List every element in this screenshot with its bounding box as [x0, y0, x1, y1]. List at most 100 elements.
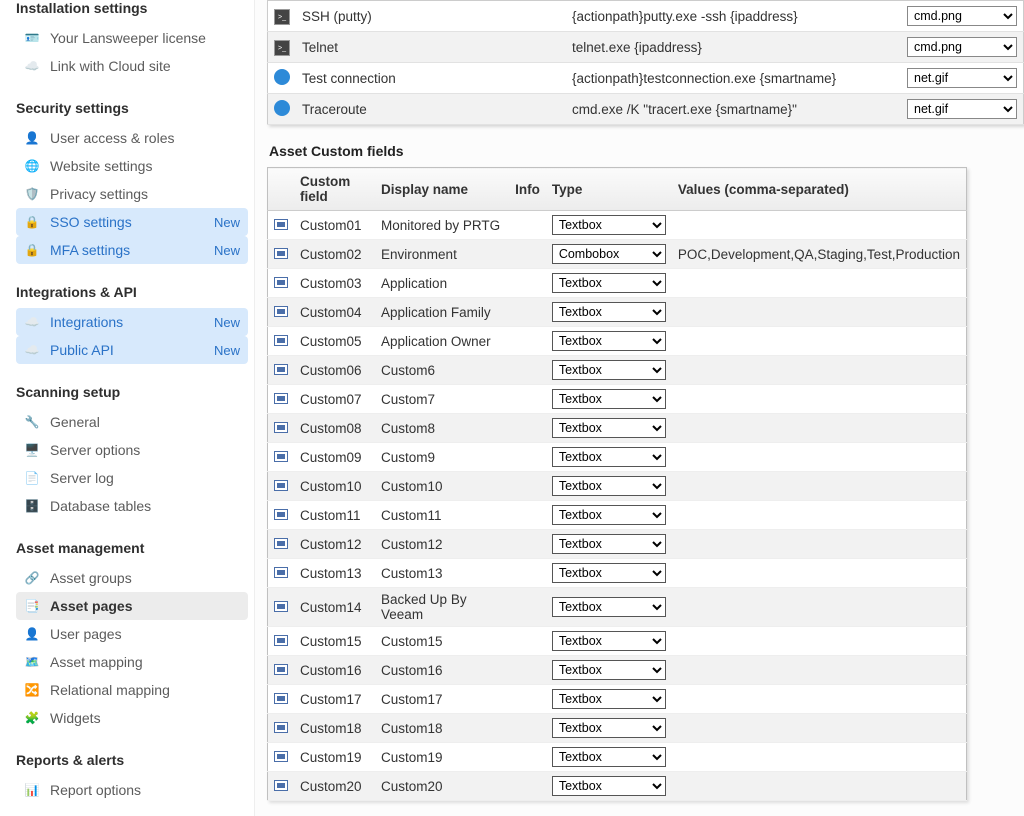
sidebar-item[interactable]: ☁️IntegrationsNew: [16, 308, 248, 336]
custom-field-display[interactable]: Custom13: [375, 559, 509, 588]
custom-field-name[interactable]: Custom16: [294, 656, 375, 685]
sidebar-item[interactable]: 🔒SSO settingsNew: [16, 208, 248, 236]
sidebar-item[interactable]: ☁️Link with Cloud site: [16, 52, 248, 80]
custom-field-display[interactable]: Custom16: [375, 656, 509, 685]
custom-field-display[interactable]: Custom19: [375, 743, 509, 772]
custom-field-name[interactable]: Custom09: [294, 443, 375, 472]
action-name[interactable]: Traceroute: [296, 94, 566, 125]
custom-field-values[interactable]: [672, 269, 967, 298]
action-icon-select[interactable]: net.gif: [907, 68, 1017, 88]
action-command[interactable]: telnet.exe {ipaddress}: [566, 32, 901, 63]
custom-field-name[interactable]: Custom20: [294, 772, 375, 801]
custom-field-type-select[interactable]: Textbox: [552, 689, 666, 709]
custom-field-type-select[interactable]: Combobox: [552, 244, 666, 264]
custom-field-name[interactable]: Custom14: [294, 588, 375, 627]
custom-field-values[interactable]: POC,Development,QA,Staging,Test,Producti…: [672, 240, 967, 269]
sidebar-item[interactable]: 📄Server log: [16, 464, 248, 492]
custom-field-name[interactable]: Custom01: [294, 211, 375, 240]
custom-field-name[interactable]: Custom10: [294, 472, 375, 501]
sidebar-item[interactable]: 🔧General: [16, 408, 248, 436]
custom-field-name[interactable]: Custom15: [294, 627, 375, 656]
sidebar-item[interactable]: 📊Report options: [16, 776, 248, 804]
sidebar-item[interactable]: 🔀Relational mapping: [16, 676, 248, 704]
custom-field-type-select[interactable]: Textbox: [552, 563, 666, 583]
custom-field-display[interactable]: Application: [375, 269, 509, 298]
custom-field-type-select[interactable]: Textbox: [552, 215, 666, 235]
custom-field-display[interactable]: Application Owner: [375, 327, 509, 356]
action-icon-select[interactable]: cmd.png: [907, 37, 1017, 57]
custom-field-type-select[interactable]: Textbox: [552, 534, 666, 554]
custom-field-values[interactable]: [672, 588, 967, 627]
custom-field-display[interactable]: Custom7: [375, 385, 509, 414]
custom-field-name[interactable]: Custom08: [294, 414, 375, 443]
custom-field-display[interactable]: Monitored by PRTG: [375, 211, 509, 240]
custom-field-display[interactable]: Custom6: [375, 356, 509, 385]
custom-field-name[interactable]: Custom03: [294, 269, 375, 298]
custom-field-type-select[interactable]: Textbox: [552, 273, 666, 293]
custom-field-type-select[interactable]: Textbox: [552, 418, 666, 438]
custom-field-values[interactable]: [672, 559, 967, 588]
custom-field-values[interactable]: [672, 298, 967, 327]
custom-field-display[interactable]: Custom20: [375, 772, 509, 801]
action-name[interactable]: Telnet: [296, 32, 566, 63]
sidebar-item[interactable]: 🗄️Database tables: [16, 492, 248, 520]
action-name[interactable]: SSH (putty): [296, 1, 566, 32]
custom-field-name[interactable]: Custom05: [294, 327, 375, 356]
custom-field-values[interactable]: [672, 472, 967, 501]
custom-field-display[interactable]: Custom17: [375, 685, 509, 714]
custom-field-display[interactable]: Backed Up By Veeam: [375, 588, 509, 627]
custom-field-name[interactable]: Custom17: [294, 685, 375, 714]
custom-field-values[interactable]: [672, 327, 967, 356]
custom-field-name[interactable]: Custom07: [294, 385, 375, 414]
sidebar-item[interactable]: 📑Asset pages: [16, 592, 248, 620]
custom-field-type-select[interactable]: Textbox: [552, 389, 666, 409]
sidebar-item[interactable]: 👤User access & roles: [16, 124, 248, 152]
custom-field-values[interactable]: [672, 530, 967, 559]
action-command[interactable]: {actionpath}putty.exe -ssh {ipaddress}: [566, 1, 901, 32]
custom-field-type-select[interactable]: Textbox: [552, 631, 666, 651]
custom-field-name[interactable]: Custom12: [294, 530, 375, 559]
custom-field-name[interactable]: Custom06: [294, 356, 375, 385]
custom-field-type-select[interactable]: Textbox: [552, 331, 666, 351]
custom-field-name[interactable]: Custom04: [294, 298, 375, 327]
sidebar-item[interactable]: 🧩Widgets: [16, 704, 248, 732]
custom-field-name[interactable]: Custom13: [294, 559, 375, 588]
action-icon-select[interactable]: cmd.png: [907, 6, 1017, 26]
sidebar-item[interactable]: 🌐Website settings: [16, 152, 248, 180]
action-name[interactable]: Test connection: [296, 63, 566, 94]
sidebar-item[interactable]: 🖥️Server options: [16, 436, 248, 464]
custom-field-name[interactable]: Custom18: [294, 714, 375, 743]
action-icon-select[interactable]: net.gif: [907, 99, 1017, 119]
custom-field-values[interactable]: [672, 743, 967, 772]
sidebar-item[interactable]: 👤User pages: [16, 620, 248, 648]
sidebar-item[interactable]: 🔗Asset groups: [16, 564, 248, 592]
sidebar-item[interactable]: 🔒MFA settingsNew: [16, 236, 248, 264]
custom-field-type-select[interactable]: Textbox: [552, 476, 666, 496]
sidebar-item[interactable]: 🛡️Privacy settings: [16, 180, 248, 208]
custom-field-values[interactable]: [672, 414, 967, 443]
custom-field-display[interactable]: Custom10: [375, 472, 509, 501]
custom-field-type-select[interactable]: Textbox: [552, 302, 666, 322]
custom-field-type-select[interactable]: Textbox: [552, 360, 666, 380]
custom-field-name[interactable]: Custom11: [294, 501, 375, 530]
custom-field-values[interactable]: [672, 685, 967, 714]
custom-field-display[interactable]: Custom18: [375, 714, 509, 743]
custom-field-display[interactable]: Custom9: [375, 443, 509, 472]
custom-field-values[interactable]: [672, 356, 967, 385]
custom-field-display[interactable]: Custom15: [375, 627, 509, 656]
custom-field-type-select[interactable]: Textbox: [552, 747, 666, 767]
sidebar-item[interactable]: ☁️Public APINew: [16, 336, 248, 364]
custom-field-values[interactable]: [672, 385, 967, 414]
custom-field-display[interactable]: Custom8: [375, 414, 509, 443]
custom-field-type-select[interactable]: Textbox: [552, 718, 666, 738]
custom-field-values[interactable]: [672, 714, 967, 743]
sidebar-item[interactable]: 🪪Your Lansweeper license: [16, 24, 248, 52]
custom-field-type-select[interactable]: Textbox: [552, 660, 666, 680]
custom-field-display[interactable]: Environment: [375, 240, 509, 269]
custom-field-type-select[interactable]: Textbox: [552, 776, 666, 796]
custom-field-name[interactable]: Custom19: [294, 743, 375, 772]
custom-field-type-select[interactable]: Textbox: [552, 597, 666, 617]
custom-field-values[interactable]: [672, 656, 967, 685]
custom-field-values[interactable]: [672, 443, 967, 472]
sidebar-item[interactable]: 🗺️Asset mapping: [16, 648, 248, 676]
